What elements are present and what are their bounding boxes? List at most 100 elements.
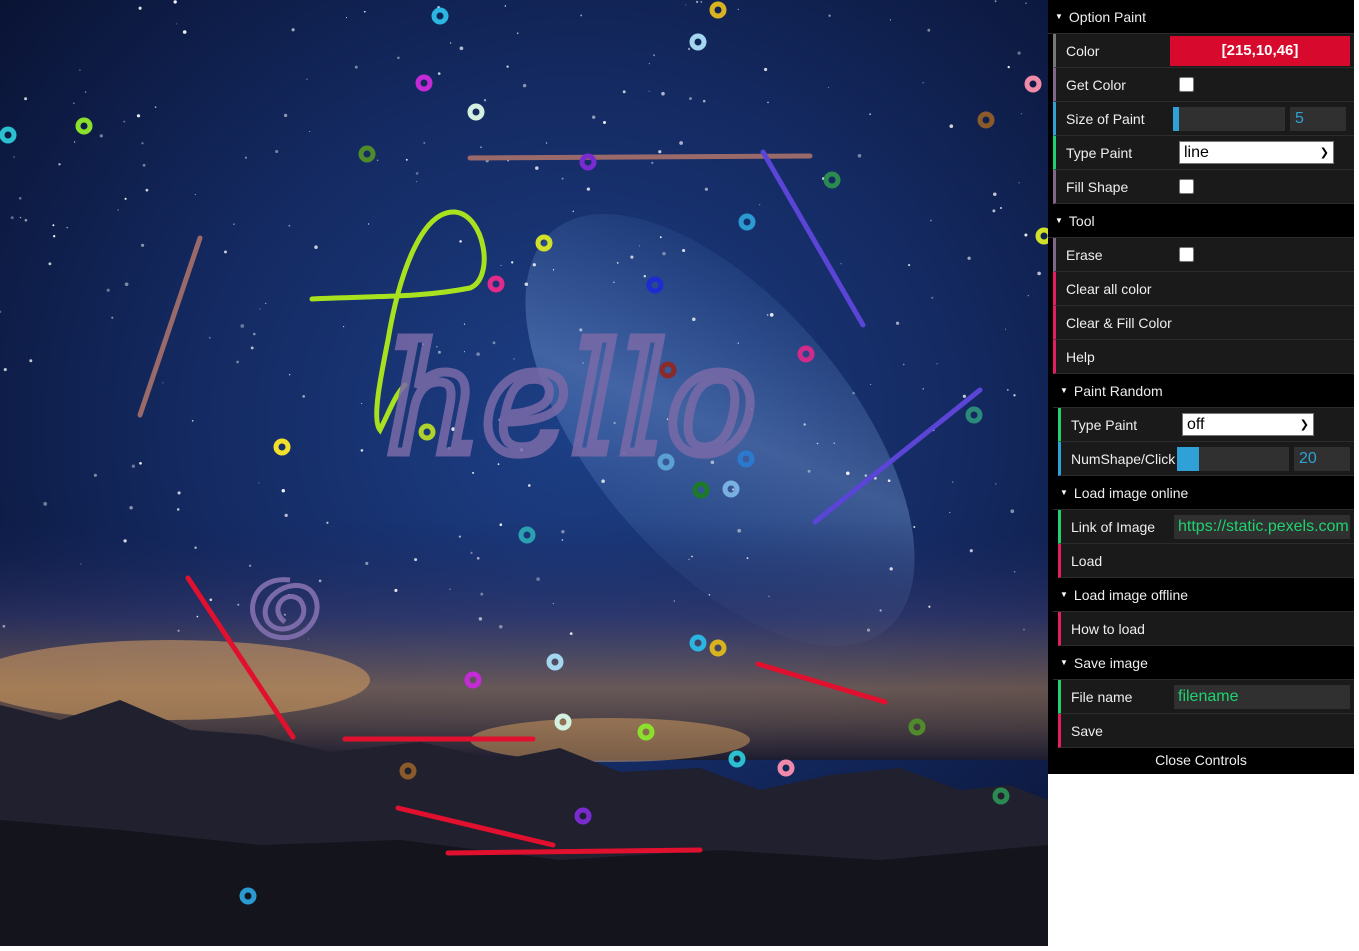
collapse-arrow-icon: ▼	[1060, 386, 1068, 395]
num-shape-number-input[interactable]: 20	[1294, 446, 1350, 471]
star	[99, 134, 103, 138]
folder-load-online[interactable]: ▼ Load image online	[1053, 476, 1354, 510]
star	[1020, 113, 1023, 115]
get-color-label: Get Color	[1066, 76, 1126, 93]
star	[1013, 570, 1016, 573]
color-picker[interactable]: [215,10,46]	[1170, 35, 1350, 66]
star	[702, 99, 706, 103]
star	[999, 206, 1003, 210]
star	[191, 419, 194, 422]
image-link-input[interactable]: https://static.pexels.com	[1174, 514, 1350, 539]
save-button[interactable]: Save	[1058, 714, 1354, 748]
num-shape-slider[interactable]	[1177, 446, 1289, 471]
star	[237, 603, 240, 606]
star	[869, 113, 872, 116]
paint-canvas[interactable]: hello	[0, 0, 1048, 946]
star	[766, 314, 769, 316]
folder-save-image[interactable]: ▼ Save image	[1053, 646, 1354, 680]
folder-option-paint[interactable]: ▼ Option Paint	[1048, 0, 1354, 34]
star	[18, 196, 22, 200]
star	[253, 332, 256, 336]
star	[314, 245, 318, 249]
star	[767, 101, 769, 104]
star	[689, 97, 692, 101]
random-type-label: Type Paint	[1071, 416, 1138, 433]
type-paint-select[interactable]: line ❯	[1179, 141, 1334, 164]
star	[177, 491, 181, 495]
folder-load-offline[interactable]: ▼ Load image offline	[1053, 578, 1354, 612]
star	[124, 197, 127, 200]
star	[248, 564, 252, 567]
clear-all-button[interactable]: Clear all color	[1053, 272, 1354, 306]
random-type-select[interactable]: off ❯	[1182, 413, 1314, 436]
size-number-input[interactable]: 5	[1290, 106, 1346, 131]
star	[1025, 2, 1027, 4]
star	[259, 308, 261, 310]
folder-tool[interactable]: ▼ Tool	[1048, 204, 1354, 238]
star	[345, 17, 348, 19]
star	[52, 224, 55, 227]
clear-fill-button[interactable]: Clear & Fill Color	[1053, 306, 1354, 340]
star	[561, 539, 564, 541]
image-link-row: Link of Image https://static.pexels.com	[1058, 510, 1354, 544]
help-button[interactable]: Help	[1053, 340, 1354, 374]
star	[318, 579, 322, 583]
star	[13, 156, 15, 158]
star	[928, 605, 931, 608]
fill-shape-checkbox[interactable]	[1179, 179, 1194, 194]
star	[154, 106, 157, 108]
star	[236, 360, 239, 364]
num-shape-label: NumShape/Click	[1071, 450, 1176, 467]
star	[275, 149, 279, 154]
star	[927, 28, 931, 32]
get-color-checkbox[interactable]	[1179, 77, 1194, 92]
star	[123, 120, 126, 123]
star	[194, 194, 196, 196]
size-slider[interactable]	[1173, 106, 1285, 131]
star	[376, 159, 379, 162]
folder-paint-random[interactable]: ▼ Paint Random	[1053, 374, 1354, 408]
how-to-load-button[interactable]: How to load	[1058, 612, 1354, 646]
handwritten-hello: hello	[385, 314, 757, 488]
close-controls-button[interactable]: Close Controls	[1048, 748, 1354, 774]
star	[687, 47, 691, 51]
star	[828, 14, 831, 17]
star	[111, 316, 114, 319]
star	[123, 539, 127, 543]
star	[309, 130, 311, 133]
star	[673, 600, 675, 602]
erase-checkbox[interactable]	[1179, 247, 1194, 262]
star	[240, 324, 245, 328]
star	[308, 638, 310, 640]
night-sky-image[interactable]: hello	[0, 0, 1048, 946]
star	[922, 388, 924, 390]
star	[994, 0, 997, 3]
folder-title-label: Option Paint	[1068, 8, 1146, 25]
star	[483, 99, 487, 102]
star	[117, 209, 119, 211]
star	[176, 508, 180, 511]
erase-row: Erase	[1053, 238, 1354, 272]
star	[138, 6, 142, 10]
file-name-row: File name filename	[1058, 680, 1354, 714]
star	[194, 546, 197, 549]
star	[662, 252, 666, 256]
star	[1037, 271, 1041, 276]
star	[342, 325, 345, 328]
star	[746, 557, 749, 560]
star	[283, 113, 288, 118]
file-name-input[interactable]: filename	[1174, 684, 1350, 709]
star	[476, 556, 480, 560]
clear-all-label: Clear all color	[1066, 280, 1152, 297]
star	[233, 223, 235, 225]
star	[857, 153, 862, 158]
star	[140, 243, 145, 247]
star	[1017, 51, 1021, 55]
star	[93, 473, 97, 477]
load-button[interactable]: Load	[1058, 544, 1354, 578]
folder-title-label: Tool	[1068, 212, 1095, 229]
star	[196, 615, 199, 618]
num-shape-slider-fill	[1177, 446, 1200, 471]
star	[29, 359, 33, 363]
type-paint-label: Type Paint	[1066, 144, 1133, 161]
